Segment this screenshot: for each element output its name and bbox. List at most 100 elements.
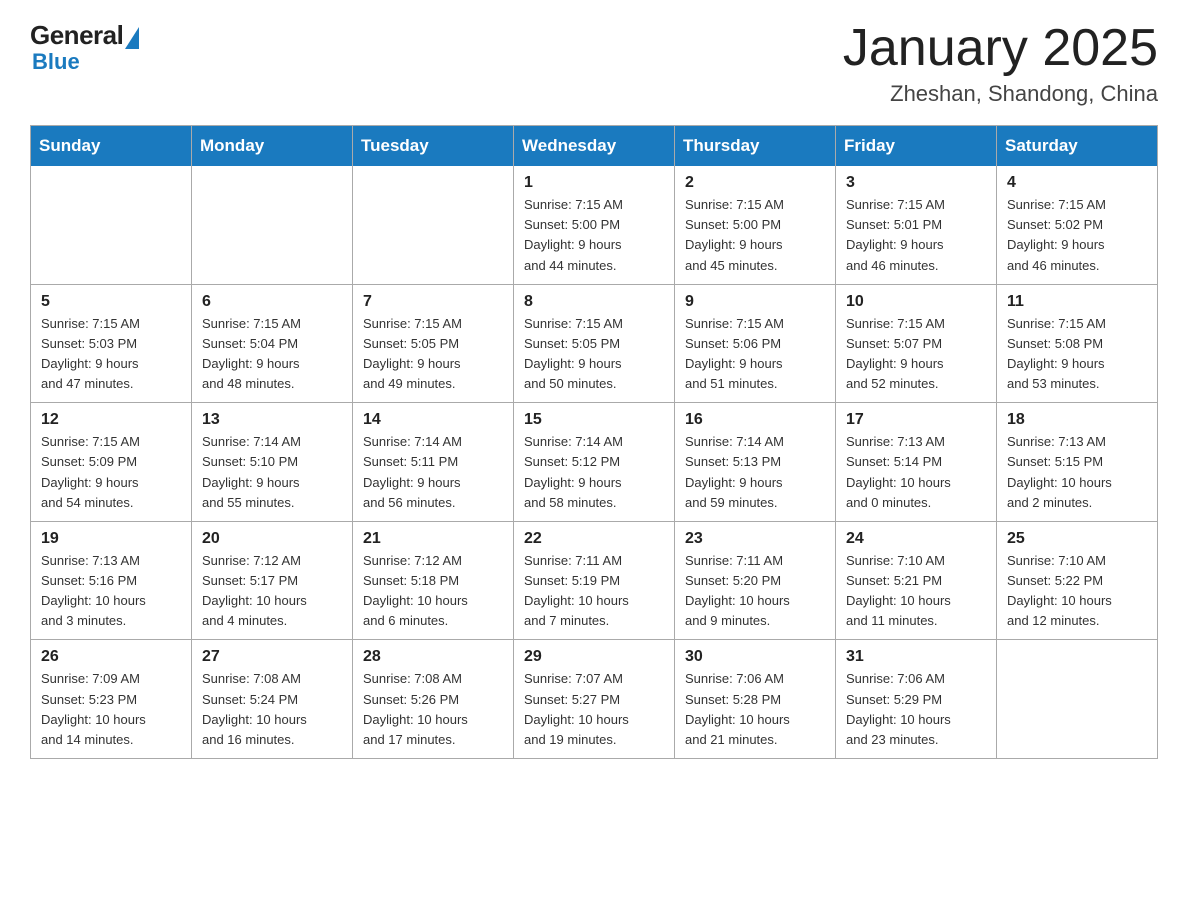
day-number: 31 [846,648,986,666]
day-info: Sunrise: 7:14 AMSunset: 5:12 PMDaylight:… [524,432,664,513]
day-number: 9 [685,293,825,311]
calendar-day-header: Thursday [675,126,836,167]
day-number: 17 [846,411,986,429]
day-info: Sunrise: 7:14 AMSunset: 5:10 PMDaylight:… [202,432,342,513]
day-info: Sunrise: 7:06 AMSunset: 5:28 PMDaylight:… [685,669,825,750]
day-number: 7 [363,293,503,311]
day-number: 15 [524,411,664,429]
calendar-cell: 9 Sunrise: 7:15 AMSunset: 5:06 PMDaylight… [675,284,836,403]
calendar-cell: 11 Sunrise: 7:15 AMSunset: 5:08 PMDayligh… [997,284,1158,403]
day-info: Sunrise: 7:10 AMSunset: 5:22 PMDaylight:… [1007,551,1147,632]
day-info: Sunrise: 7:11 AMSunset: 5:19 PMDaylight:… [524,551,664,632]
day-info: Sunrise: 7:13 AMSunset: 5:14 PMDaylight:… [846,432,986,513]
day-info: Sunrise: 7:15 AMSunset: 5:00 PMDaylight:… [524,195,664,276]
day-number: 18 [1007,411,1147,429]
day-info: Sunrise: 7:15 AMSunset: 5:05 PMDaylight:… [363,314,503,395]
calendar-cell: 27Sunrise: 7:08 AMSunset: 5:24 PMDayligh… [192,640,353,759]
logo: General Blue [30,20,139,75]
day-number: 11 [1007,293,1147,311]
day-number: 10 [846,293,986,311]
calendar-week-row: 19Sunrise: 7:13 AMSunset: 5:16 PMDayligh… [31,521,1158,640]
calendar-table: SundayMondayTuesdayWednesdayThursdayFrid… [30,125,1158,759]
calendar-cell: 16Sunrise: 7:14 AMSunset: 5:13 PMDayligh… [675,403,836,522]
day-info: Sunrise: 7:12 AMSunset: 5:18 PMDaylight:… [363,551,503,632]
calendar-cell: 30 Sunrise: 7:06 AMSunset: 5:28 PMDayligh… [675,640,836,759]
day-number: 21 [363,530,503,548]
day-number: 12 [41,411,181,429]
day-info: Sunrise: 7:15 AMSunset: 5:08 PMDaylight:… [1007,314,1147,395]
calendar-cell: 23Sunrise: 7:11 AMSunset: 5:20 PMDayligh… [675,521,836,640]
day-number: 22 [524,530,664,548]
calendar-cell: 18 Sunrise: 7:13 AMSunset: 5:15 PMDayligh… [997,403,1158,522]
day-info: Sunrise: 7:15 AMSunset: 5:02 PMDaylight:… [1007,195,1147,276]
day-number: 2 [685,174,825,192]
day-number: 14 [363,411,503,429]
day-number: 19 [41,530,181,548]
logo-triangle-icon [125,27,139,49]
day-info: Sunrise: 7:15 AMSunset: 5:03 PMDaylight:… [41,314,181,395]
calendar-cell: 1 Sunrise: 7:15 AMSunset: 5:00 PMDaylight… [514,166,675,284]
day-number: 25 [1007,530,1147,548]
calendar-cell [31,166,192,284]
day-info: Sunrise: 7:09 AMSunset: 5:23 PMDaylight:… [41,669,181,750]
day-info: Sunrise: 7:15 AMSunset: 5:04 PMDaylight:… [202,314,342,395]
calendar-day-header: Tuesday [353,126,514,167]
logo-general-text: General [30,20,123,51]
day-info: Sunrise: 7:12 AMSunset: 5:17 PMDaylight:… [202,551,342,632]
calendar-cell: 5Sunrise: 7:15 AMSunset: 5:03 PMDaylight… [31,284,192,403]
calendar-day-header: Friday [836,126,997,167]
calendar-cell: 17 Sunrise: 7:13 AMSunset: 5:14 PMDayligh… [836,403,997,522]
calendar-cell [353,166,514,284]
calendar-cell: 4 Sunrise: 7:15 AMSunset: 5:02 PMDaylight… [997,166,1158,284]
day-number: 28 [363,648,503,666]
day-number: 1 [524,174,664,192]
day-info: Sunrise: 7:14 AMSunset: 5:11 PMDaylight:… [363,432,503,513]
calendar-cell: 7 Sunrise: 7:15 AMSunset: 5:05 PMDaylight… [353,284,514,403]
calendar-week-row: 5Sunrise: 7:15 AMSunset: 5:03 PMDaylight… [31,284,1158,403]
day-number: 27 [202,648,342,666]
calendar-day-header: Wednesday [514,126,675,167]
calendar-cell: 8 Sunrise: 7:15 AMSunset: 5:05 PMDaylight… [514,284,675,403]
day-info: Sunrise: 7:15 AMSunset: 5:00 PMDaylight:… [685,195,825,276]
day-number: 3 [846,174,986,192]
calendar-day-header: Saturday [997,126,1158,167]
day-info: Sunrise: 7:07 AMSunset: 5:27 PMDaylight:… [524,669,664,750]
day-number: 8 [524,293,664,311]
calendar-week-row: 12 Sunrise: 7:15 AMSunset: 5:09 PMDayligh… [31,403,1158,522]
calendar-cell: 10Sunrise: 7:15 AMSunset: 5:07 PMDayligh… [836,284,997,403]
location-subtitle: Zheshan, Shandong, China [843,81,1158,107]
calendar-header-row: SundayMondayTuesdayWednesdayThursdayFrid… [31,126,1158,167]
day-number: 4 [1007,174,1147,192]
day-number: 13 [202,411,342,429]
month-title: January 2025 [843,20,1158,77]
calendar-cell: 13 Sunrise: 7:14 AMSunset: 5:10 PMDayligh… [192,403,353,522]
calendar-week-row: 1 Sunrise: 7:15 AMSunset: 5:00 PMDaylight… [31,166,1158,284]
calendar-cell: 28Sunrise: 7:08 AMSunset: 5:26 PMDayligh… [353,640,514,759]
calendar-cell: 3Sunrise: 7:15 AMSunset: 5:01 PMDaylight… [836,166,997,284]
day-number: 24 [846,530,986,548]
day-number: 30 [685,648,825,666]
logo-blue-text: Blue [32,49,80,75]
calendar-cell: 12 Sunrise: 7:15 AMSunset: 5:09 PMDayligh… [31,403,192,522]
calendar-cell: 22 Sunrise: 7:11 AMSunset: 5:19 PMDayligh… [514,521,675,640]
day-info: Sunrise: 7:13 AMSunset: 5:15 PMDaylight:… [1007,432,1147,513]
day-info: Sunrise: 7:15 AMSunset: 5:09 PMDaylight:… [41,432,181,513]
calendar-cell: 25 Sunrise: 7:10 AMSunset: 5:22 PMDayligh… [997,521,1158,640]
day-info: Sunrise: 7:15 AMSunset: 5:06 PMDaylight:… [685,314,825,395]
day-number: 20 [202,530,342,548]
calendar-cell: 31Sunrise: 7:06 AMSunset: 5:29 PMDayligh… [836,640,997,759]
day-info: Sunrise: 7:14 AMSunset: 5:13 PMDaylight:… [685,432,825,513]
calendar-cell: 21 Sunrise: 7:12 AMSunset: 5:18 PMDayligh… [353,521,514,640]
calendar-cell: 14 Sunrise: 7:14 AMSunset: 5:11 PMDayligh… [353,403,514,522]
page: General Blue January 2025 Zheshan, Shand… [0,0,1188,779]
day-number: 6 [202,293,342,311]
day-info: Sunrise: 7:11 AMSunset: 5:20 PMDaylight:… [685,551,825,632]
title-block: January 2025 Zheshan, Shandong, China [843,20,1158,107]
calendar-cell: 2 Sunrise: 7:15 AMSunset: 5:00 PMDaylight… [675,166,836,284]
calendar-cell [997,640,1158,759]
day-number: 26 [41,648,181,666]
day-info: Sunrise: 7:15 AMSunset: 5:05 PMDaylight:… [524,314,664,395]
calendar-week-row: 26 Sunrise: 7:09 AMSunset: 5:23 PMDayligh… [31,640,1158,759]
calendar-cell: 6 Sunrise: 7:15 AMSunset: 5:04 PMDaylight… [192,284,353,403]
calendar-cell: 26 Sunrise: 7:09 AMSunset: 5:23 PMDayligh… [31,640,192,759]
